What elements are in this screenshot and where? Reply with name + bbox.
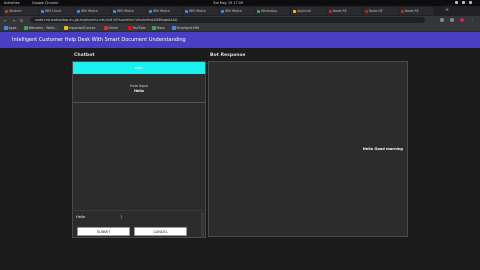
bookmark-label: Smartgrid IBM (176, 25, 200, 30)
tab-favicon-icon (364, 9, 368, 13)
tab-favicon-icon (148, 9, 152, 13)
url-input[interactable]: node-red-watsontap.eu-gb.mybluemix.net/u… (30, 17, 425, 23)
tab-label: IBM Watso (117, 9, 134, 13)
bookmark-label: YouTube (132, 25, 146, 30)
browser-tab[interactable]: IBM Watso (111, 7, 146, 15)
user-label: from Input (130, 84, 148, 88)
submit-button[interactable]: SUBMIT (77, 227, 130, 236)
browser-tab[interactable]: IBM Watso (219, 7, 254, 15)
tab-label: IBM Watso (225, 9, 242, 13)
tab-favicon-icon (76, 9, 80, 13)
clock[interactable]: Tue May 19 17:09 (213, 1, 243, 5)
browser-tab[interactable]: Applicati (291, 7, 326, 15)
text-cursor-icon: ⌋ (120, 214, 122, 219)
extension-icon[interactable] (440, 18, 444, 22)
volume-icon[interactable] (462, 1, 465, 4)
menu-kebab-icon[interactable]: ⋮ (470, 18, 474, 23)
tab-label: Node-RE (369, 9, 383, 13)
bookmark-favicon-icon (24, 26, 28, 30)
bookmark-label: Welcome - Wokt... (28, 25, 58, 30)
bookmark-item[interactable]: YouTube (128, 26, 145, 30)
address-bar-row: ← → ↻ node-red-watsontap.eu-gb.mybluemix… (0, 16, 480, 24)
page-title: Intelligent Customer Help Desk With Smar… (12, 36, 186, 43)
user-message: from Input Hello (73, 76, 205, 103)
forward-icon[interactable]: → (12, 18, 15, 23)
tab-label: Applicati (297, 9, 311, 13)
browser-tab[interactable]: Node-RE (363, 7, 398, 15)
tab-favicon-icon (40, 9, 44, 13)
bookmark-item[interactable]: Smartgrid IBM (172, 26, 199, 30)
tab-favicon-icon (256, 9, 260, 13)
bot-response-title: Bot Response (210, 53, 246, 58)
user-message-text: Hello (134, 88, 144, 93)
tab-label: Node-RE (405, 9, 419, 13)
browser-tab[interactable]: WhatsApp (255, 7, 290, 15)
browser-tab[interactable]: IBM Watso (183, 7, 218, 15)
bookmark-item[interactable]: Apps (4, 26, 16, 30)
bot-response-panel: Hello Good morning (208, 61, 408, 237)
browser-tab[interactable]: IBM Watso (75, 7, 110, 15)
browser-tab[interactable]: Node-RE (327, 7, 362, 15)
browser-tab[interactable]: Node-RE (399, 7, 434, 15)
tab-favicon-icon (328, 9, 332, 13)
tab-label: IBM Watso (189, 9, 206, 13)
activities-button[interactable]: Activities (4, 1, 19, 5)
browser-tab[interactable]: IBM Watso (147, 7, 182, 15)
bookmark-item[interactable]: Welcome - Wokt... (24, 26, 57, 30)
bookmark-item[interactable]: Maps (152, 26, 165, 30)
tab-favicon-icon (400, 9, 404, 13)
bookmark-favicon-icon (104, 26, 108, 30)
dashboard-content: Chatbot Bot Response reply from Input He… (0, 48, 480, 270)
bookmark-favicon-icon (64, 26, 68, 30)
chatbot-title: Chatbot (74, 53, 95, 58)
tab-favicon-icon (292, 9, 296, 13)
bookmark-favicon-icon (128, 26, 132, 30)
tab-strip: Student IBM Cloud IBM Watso IBM Watso IBM Wa… (0, 6, 480, 16)
reload-icon[interactable]: ↻ (20, 18, 23, 23)
bookmark-favicon-icon (152, 26, 156, 30)
bookmarks-bar: Apps Welcome - Wokt... ImportantCourse Gmai… (0, 24, 480, 32)
bookmark-item[interactable]: ImportantCourse (64, 26, 95, 30)
bookmark-label: Maps (156, 25, 165, 30)
bookmark-label: ImportantCourse (68, 25, 96, 30)
scrollbar[interactable] (201, 212, 204, 238)
tab-favicon-icon (4, 9, 8, 13)
bookmark-item[interactable]: Gmail (104, 26, 118, 30)
browser-tab[interactable]: IBM Cloud (39, 7, 74, 15)
reply-message: reply (73, 62, 205, 74)
bot-response-text: Hello Good morning (362, 147, 403, 151)
bookmark-label: Gmail (108, 25, 118, 30)
tab-label: WhatsApp (261, 9, 278, 13)
bookmark-favicon-icon (172, 26, 176, 30)
tab-label: IBM Watso (153, 9, 170, 13)
bookmark-label: Apps (8, 25, 17, 30)
back-icon[interactable]: ← (4, 18, 7, 23)
new-tab-icon[interactable]: + (445, 7, 449, 13)
tab-label: Student (9, 9, 22, 13)
profile-avatar-icon[interactable] (460, 18, 464, 22)
tab-label: IBM Watso (81, 9, 98, 13)
extension-icon[interactable] (450, 18, 454, 22)
cancel-button[interactable]: CANCEL (134, 227, 187, 236)
app-header: Intelligent Customer Help Desk With Smar… (0, 32, 480, 48)
network-icon[interactable] (455, 1, 458, 4)
chat-input-area: Hello ⌋ SUBMIT CANCEL (72, 210, 206, 238)
tab-label: Node-RE (333, 9, 347, 13)
tab-favicon-icon (184, 9, 188, 13)
browser-tab[interactable]: Student (3, 7, 38, 15)
bookmark-favicon-icon (4, 26, 8, 30)
tab-favicon-icon (112, 9, 116, 13)
tab-favicon-icon (220, 9, 224, 13)
app-menu[interactable]: Google Chrome (32, 1, 58, 5)
message-input[interactable]: Hello (76, 215, 126, 219)
tab-label: IBM Cloud (45, 9, 61, 13)
power-icon[interactable] (469, 1, 472, 4)
